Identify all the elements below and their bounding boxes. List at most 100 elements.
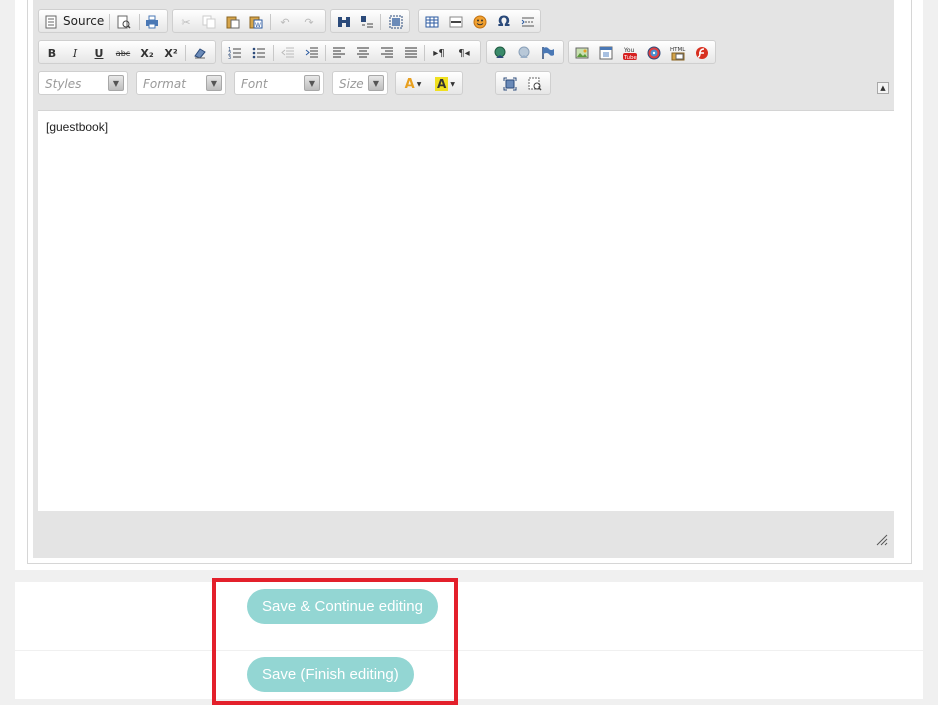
text-direction-ltr-button[interactable]: ▸¶: [430, 44, 448, 62]
text-color-button[interactable]: A ▼: [400, 75, 426, 93]
toolbar-separator: [139, 14, 140, 30]
toolbar-group-paragraph: 123 ▸¶ ¶◂: [221, 40, 481, 64]
bold-button[interactable]: B: [43, 44, 61, 62]
page-break-button[interactable]: [519, 13, 537, 31]
toolbar-group-clipboard: ✂ W ↶ ↷: [172, 9, 326, 33]
indent-button[interactable]: [303, 44, 321, 62]
special-char-button[interactable]: Ω: [495, 13, 513, 31]
chevron-down-icon[interactable]: ▼: [108, 75, 124, 91]
paste-button[interactable]: [224, 13, 242, 31]
align-justify-button[interactable]: [402, 44, 420, 62]
copy-icon: [202, 15, 216, 29]
iframe-button[interactable]: [597, 44, 615, 62]
table-button[interactable]: [423, 13, 441, 31]
youtube-button[interactable]: You Tube: [621, 44, 639, 62]
align-left-button[interactable]: [330, 44, 348, 62]
toolbar-separator: [380, 14, 381, 30]
editor-panel: Source ✂ W ↶ ↷ Ω B I U abc X₂ X² 1 2 3 ▸…: [15, 0, 923, 570]
chevron-down-icon[interactable]: ▼: [368, 75, 384, 91]
size-combo-label: Size: [339, 77, 364, 91]
strikethrough-button[interactable]: abc: [114, 44, 132, 62]
styles-combo-label: Styles: [45, 77, 82, 91]
align-right-button[interactable]: [378, 44, 396, 62]
smiley-icon: [473, 15, 487, 29]
show-blocks-icon: [528, 77, 542, 91]
toolbar-group-insert-basic: Ω: [418, 9, 541, 33]
font-combo[interactable]: Font ▼: [234, 71, 324, 95]
bulleted-list-icon: [252, 47, 265, 59]
media-embed-button[interactable]: [645, 44, 663, 62]
chevron-down-icon[interactable]: ▼: [304, 75, 320, 91]
toolbar-separator: [270, 14, 271, 30]
youtube-icon: YouTube: [623, 47, 638, 61]
background-color-button[interactable]: A ▼: [432, 75, 458, 93]
horizontal-rule-button[interactable]: [447, 13, 465, 31]
html-snippet-button[interactable]: HTML: [669, 44, 687, 62]
collapse-toolbar-button[interactable]: ▲: [877, 82, 889, 94]
chevron-down-icon: ▼: [416, 80, 422, 88]
chevron-up-icon: ▲: [880, 84, 886, 92]
outdent-icon: [281, 47, 294, 58]
anchor-button[interactable]: [539, 44, 557, 62]
italic-button[interactable]: I: [66, 44, 84, 62]
replace-button[interactable]: [358, 13, 376, 31]
chevron-down-icon: ▼: [450, 80, 455, 88]
source-label[interactable]: Source: [63, 14, 104, 28]
paste-word-icon: W: [249, 16, 263, 29]
toolbar-group-insert-media: You Tube HTML: [568, 40, 716, 64]
link-button[interactable]: [491, 44, 509, 62]
editor-content-text[interactable]: [guestbook]: [46, 120, 108, 134]
align-center-button[interactable]: [354, 44, 372, 62]
format-combo-label: Format: [143, 77, 186, 91]
redo-button[interactable]: ↷: [300, 13, 318, 31]
styles-combo[interactable]: Styles ▼: [38, 71, 128, 95]
flash-button[interactable]: [693, 44, 711, 62]
superscript-button[interactable]: X²: [162, 44, 180, 62]
paste-word-button[interactable]: W: [247, 13, 265, 31]
editor-content-area[interactable]: [guestbook]: [38, 110, 894, 511]
html-snippet-icon: HTML: [670, 47, 686, 61]
show-blocks-button[interactable]: [526, 75, 544, 93]
cut-icon: ✂: [181, 15, 191, 29]
resize-handle[interactable]: [876, 534, 888, 546]
subscript-button[interactable]: X₂: [138, 44, 156, 62]
text-direction-rtl-button[interactable]: ¶◂: [455, 44, 473, 62]
media-icon: [647, 46, 661, 60]
print-button[interactable]: [143, 13, 161, 31]
align-justify-icon: [405, 47, 417, 58]
smiley-button[interactable]: [471, 13, 489, 31]
toolbar-separator: [273, 45, 274, 61]
flag-icon: [542, 47, 554, 59]
chevron-down-icon[interactable]: ▼: [206, 75, 222, 91]
maximize-icon: [503, 77, 517, 91]
image-button[interactable]: [573, 44, 591, 62]
source-button[interactable]: [42, 13, 60, 31]
copy-button[interactable]: [200, 13, 218, 31]
table-icon: [425, 16, 439, 28]
font-combo-label: Font: [241, 77, 268, 91]
outdent-button[interactable]: [279, 44, 297, 62]
remove-format-button[interactable]: [191, 44, 209, 62]
toolbar-separator: [325, 45, 326, 61]
maximize-button[interactable]: [501, 75, 519, 93]
preview-button[interactable]: [115, 13, 133, 31]
format-combo[interactable]: Format ▼: [136, 71, 226, 95]
find-button[interactable]: [335, 13, 353, 31]
source-icon: [45, 15, 57, 29]
bulleted-list-button[interactable]: [250, 44, 268, 62]
page-break-icon: [521, 17, 534, 27]
iframe-icon: [599, 46, 613, 60]
cut-button[interactable]: ✂: [177, 13, 195, 31]
select-all-button[interactable]: [387, 13, 405, 31]
select-all-icon: [389, 15, 403, 29]
undo-button[interactable]: ↶: [276, 13, 294, 31]
toolbar-group-document: Source: [38, 9, 168, 33]
size-combo[interactable]: Size ▼: [332, 71, 388, 95]
underline-button[interactable]: U: [90, 44, 108, 62]
svg-text:W: W: [255, 22, 261, 29]
omega-icon: Ω: [498, 14, 510, 30]
save-continue-row: Save & Continue editing: [15, 582, 923, 650]
numbered-list-button[interactable]: 123: [226, 44, 244, 62]
unlink-button[interactable]: [515, 44, 533, 62]
rtl-icon: ¶◂: [458, 47, 470, 59]
